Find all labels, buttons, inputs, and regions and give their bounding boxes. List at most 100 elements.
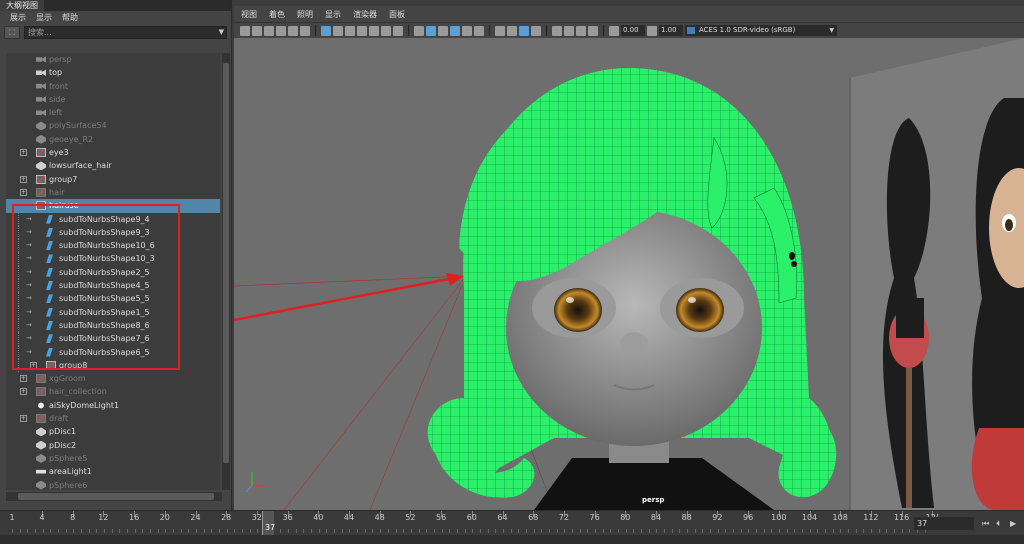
outliner-item[interactable]: → subdToNurbsShape4_5 (6, 279, 220, 293)
xray-active-icon[interactable] (588, 25, 598, 36)
playhead[interactable]: 37 (262, 511, 275, 535)
step-back-icon[interactable]: ⏴ (996, 519, 1006, 528)
range-slider[interactable] (0, 535, 1024, 544)
color-space-dropdown[interactable]: ACES 1.0 SDR-video (sRGB) ▼ (685, 25, 837, 36)
outliner-item[interactable]: pDisc2 (6, 439, 220, 452)
go-to-start-icon[interactable]: ⏮ (982, 519, 992, 528)
vertical-scrollbar[interactable] (222, 53, 230, 490)
outliner-item[interactable]: + hair_collection (6, 385, 220, 398)
scrollbar-thumb[interactable] (223, 63, 229, 463)
outliner-item[interactable]: polySurface54 (6, 119, 220, 132)
select-camera-icon[interactable] (240, 25, 250, 36)
outliner-item[interactable]: → subdToNurbsShape9_3 (6, 225, 220, 240)
menu-show[interactable]: 显示 (36, 12, 52, 23)
outliner-item[interactable]: lowsurface_hair (6, 159, 220, 172)
scrollbar-thumb[interactable] (18, 493, 214, 500)
expand-icon[interactable]: + (20, 388, 27, 396)
outliner-item[interactable]: persp (6, 53, 220, 66)
bookmark-icon[interactable] (264, 25, 274, 36)
outliner-item[interactable]: + group7 (6, 173, 220, 186)
2d-pan-zoom-icon[interactable] (288, 25, 298, 36)
menu-view[interactable]: 视图 (241, 9, 257, 20)
play-icon[interactable]: ▶ (1010, 519, 1020, 528)
outliner-item[interactable]: front (6, 80, 220, 93)
film-gate-icon[interactable] (333, 25, 343, 36)
time-slider[interactable]: 1 4 8 12 16 20 24 28 32 36 40 44 48 52 56 60 64 68 72 76 80 8… (0, 510, 1024, 544)
outliner-item[interactable]: areaLight1 (6, 465, 220, 478)
outliner-item[interactable]: + hair (6, 186, 220, 199)
menu-display[interactable]: 展示 (10, 12, 26, 23)
outliner-item[interactable]: hairuse (6, 199, 220, 213)
expand-icon[interactable]: + (20, 175, 27, 183)
expand-icon[interactable]: + (20, 149, 27, 157)
gamma-icon[interactable] (647, 25, 657, 36)
color-management-icon[interactable] (687, 27, 695, 34)
outliner-item[interactable]: → subdToNurbsShape1_5 (6, 305, 220, 319)
outliner-item[interactable]: → subdToNurbsShape6_5 (6, 345, 220, 359)
expand-icon[interactable]: + (20, 375, 27, 383)
outliner-item[interactable]: → subdToNurbsShape2_5 (6, 265, 220, 280)
wireframe-icon[interactable] (414, 25, 424, 36)
expand-icon[interactable]: + (20, 415, 27, 423)
search-input[interactable]: 搜索... ▼ (24, 25, 227, 39)
shadows-icon[interactable] (474, 25, 484, 36)
xray-joints-icon[interactable] (576, 25, 586, 36)
textured-icon[interactable] (438, 25, 448, 36)
outliner-item[interactable]: side (6, 93, 220, 106)
outliner-item[interactable]: left (6, 106, 220, 119)
outliner-item[interactable]: aiSkyDomeLight1 (6, 399, 220, 412)
depth-of-field-icon[interactable] (531, 25, 541, 36)
ambient-occlusion-icon[interactable] (495, 25, 505, 36)
motion-blur-icon[interactable] (507, 25, 517, 36)
isolate-select-icon[interactable] (552, 25, 562, 36)
menu-panels[interactable]: 面板 (389, 9, 405, 20)
outliner-item[interactable]: pSphere5 (6, 452, 220, 465)
outliner-item[interactable]: pDisc1 (6, 425, 220, 438)
menu-help[interactable]: 帮助 (62, 12, 78, 23)
outliner-item[interactable]: + eye3 (6, 146, 220, 159)
exposure-icon[interactable] (609, 25, 619, 36)
outliner-tab[interactable]: 大纲视图 (0, 0, 44, 11)
menu-show[interactable]: 显示 (325, 9, 341, 20)
menu-lighting[interactable]: 照明 (297, 9, 313, 20)
chevron-down-icon[interactable]: ▼ (829, 25, 834, 36)
outliner-item[interactable]: → subdToNurbsShape5_5 (6, 292, 220, 306)
gate-mask-icon[interactable] (357, 25, 367, 36)
image-plane-icon[interactable] (276, 25, 286, 36)
chevron-down-icon[interactable]: ▼ (219, 27, 224, 38)
expand-icon[interactable]: + (30, 361, 37, 369)
time-ruler[interactable]: 1 4 8 12 16 20 24 28 32 36 40 44 48 52 56 60 64 68 72 76 80 8… (0, 511, 939, 535)
use-all-lights-icon[interactable] (462, 25, 472, 36)
outliner-item[interactable]: → subdToNurbsShape7_6 (6, 332, 220, 346)
outliner-item[interactable]: + draft (6, 412, 220, 425)
horizontal-scrollbar[interactable] (6, 492, 222, 501)
smooth-shade-icon[interactable] (426, 25, 436, 36)
expand-icon[interactable]: + (20, 188, 27, 196)
wireframe-on-shaded-icon[interactable] (450, 25, 460, 36)
anti-aliasing-icon[interactable] (519, 25, 529, 36)
grease-pencil-icon[interactable] (300, 25, 310, 36)
resolution-gate-icon[interactable] (345, 25, 355, 36)
current-frame-field[interactable]: 37 (914, 517, 974, 530)
outliner-item[interactable]: → subdToNurbsShape10_6 (6, 239, 220, 253)
gamma-field[interactable]: 1.00 (659, 25, 683, 36)
safe-action-icon[interactable] (381, 25, 391, 36)
outliner-item[interactable]: geoeye_R2 (6, 133, 220, 146)
outliner-item[interactable]: + xgGroom (6, 372, 220, 385)
outliner-item[interactable]: pSphere6 (6, 479, 220, 491)
3d-viewport[interactable]: persp (234, 38, 1024, 510)
outliner-item[interactable]: → subdToNurbsShape9_4 (6, 212, 220, 226)
outliner-list[interactable]: persp top front side left polySurface54 geoeye… (6, 53, 220, 490)
outliner-item[interactable]: → subdToNurbsShape10_3 (6, 252, 220, 266)
camera-attributes-icon[interactable] (252, 25, 262, 36)
menu-shading[interactable]: 着色 (269, 9, 285, 20)
safe-title-icon[interactable] (393, 25, 403, 36)
filter-icon[interactable]: ⛶ (4, 25, 20, 39)
grid-icon[interactable] (321, 25, 331, 36)
menu-renderer[interactable]: 渲染器 (353, 9, 377, 20)
outliner-item[interactable]: + group8 (6, 358, 220, 373)
field-chart-icon[interactable] (369, 25, 379, 36)
xray-icon[interactable] (564, 25, 574, 36)
outliner-item[interactable]: → subdToNurbsShape8_6 (6, 318, 220, 333)
exposure-field[interactable]: 0.00 (621, 25, 645, 36)
